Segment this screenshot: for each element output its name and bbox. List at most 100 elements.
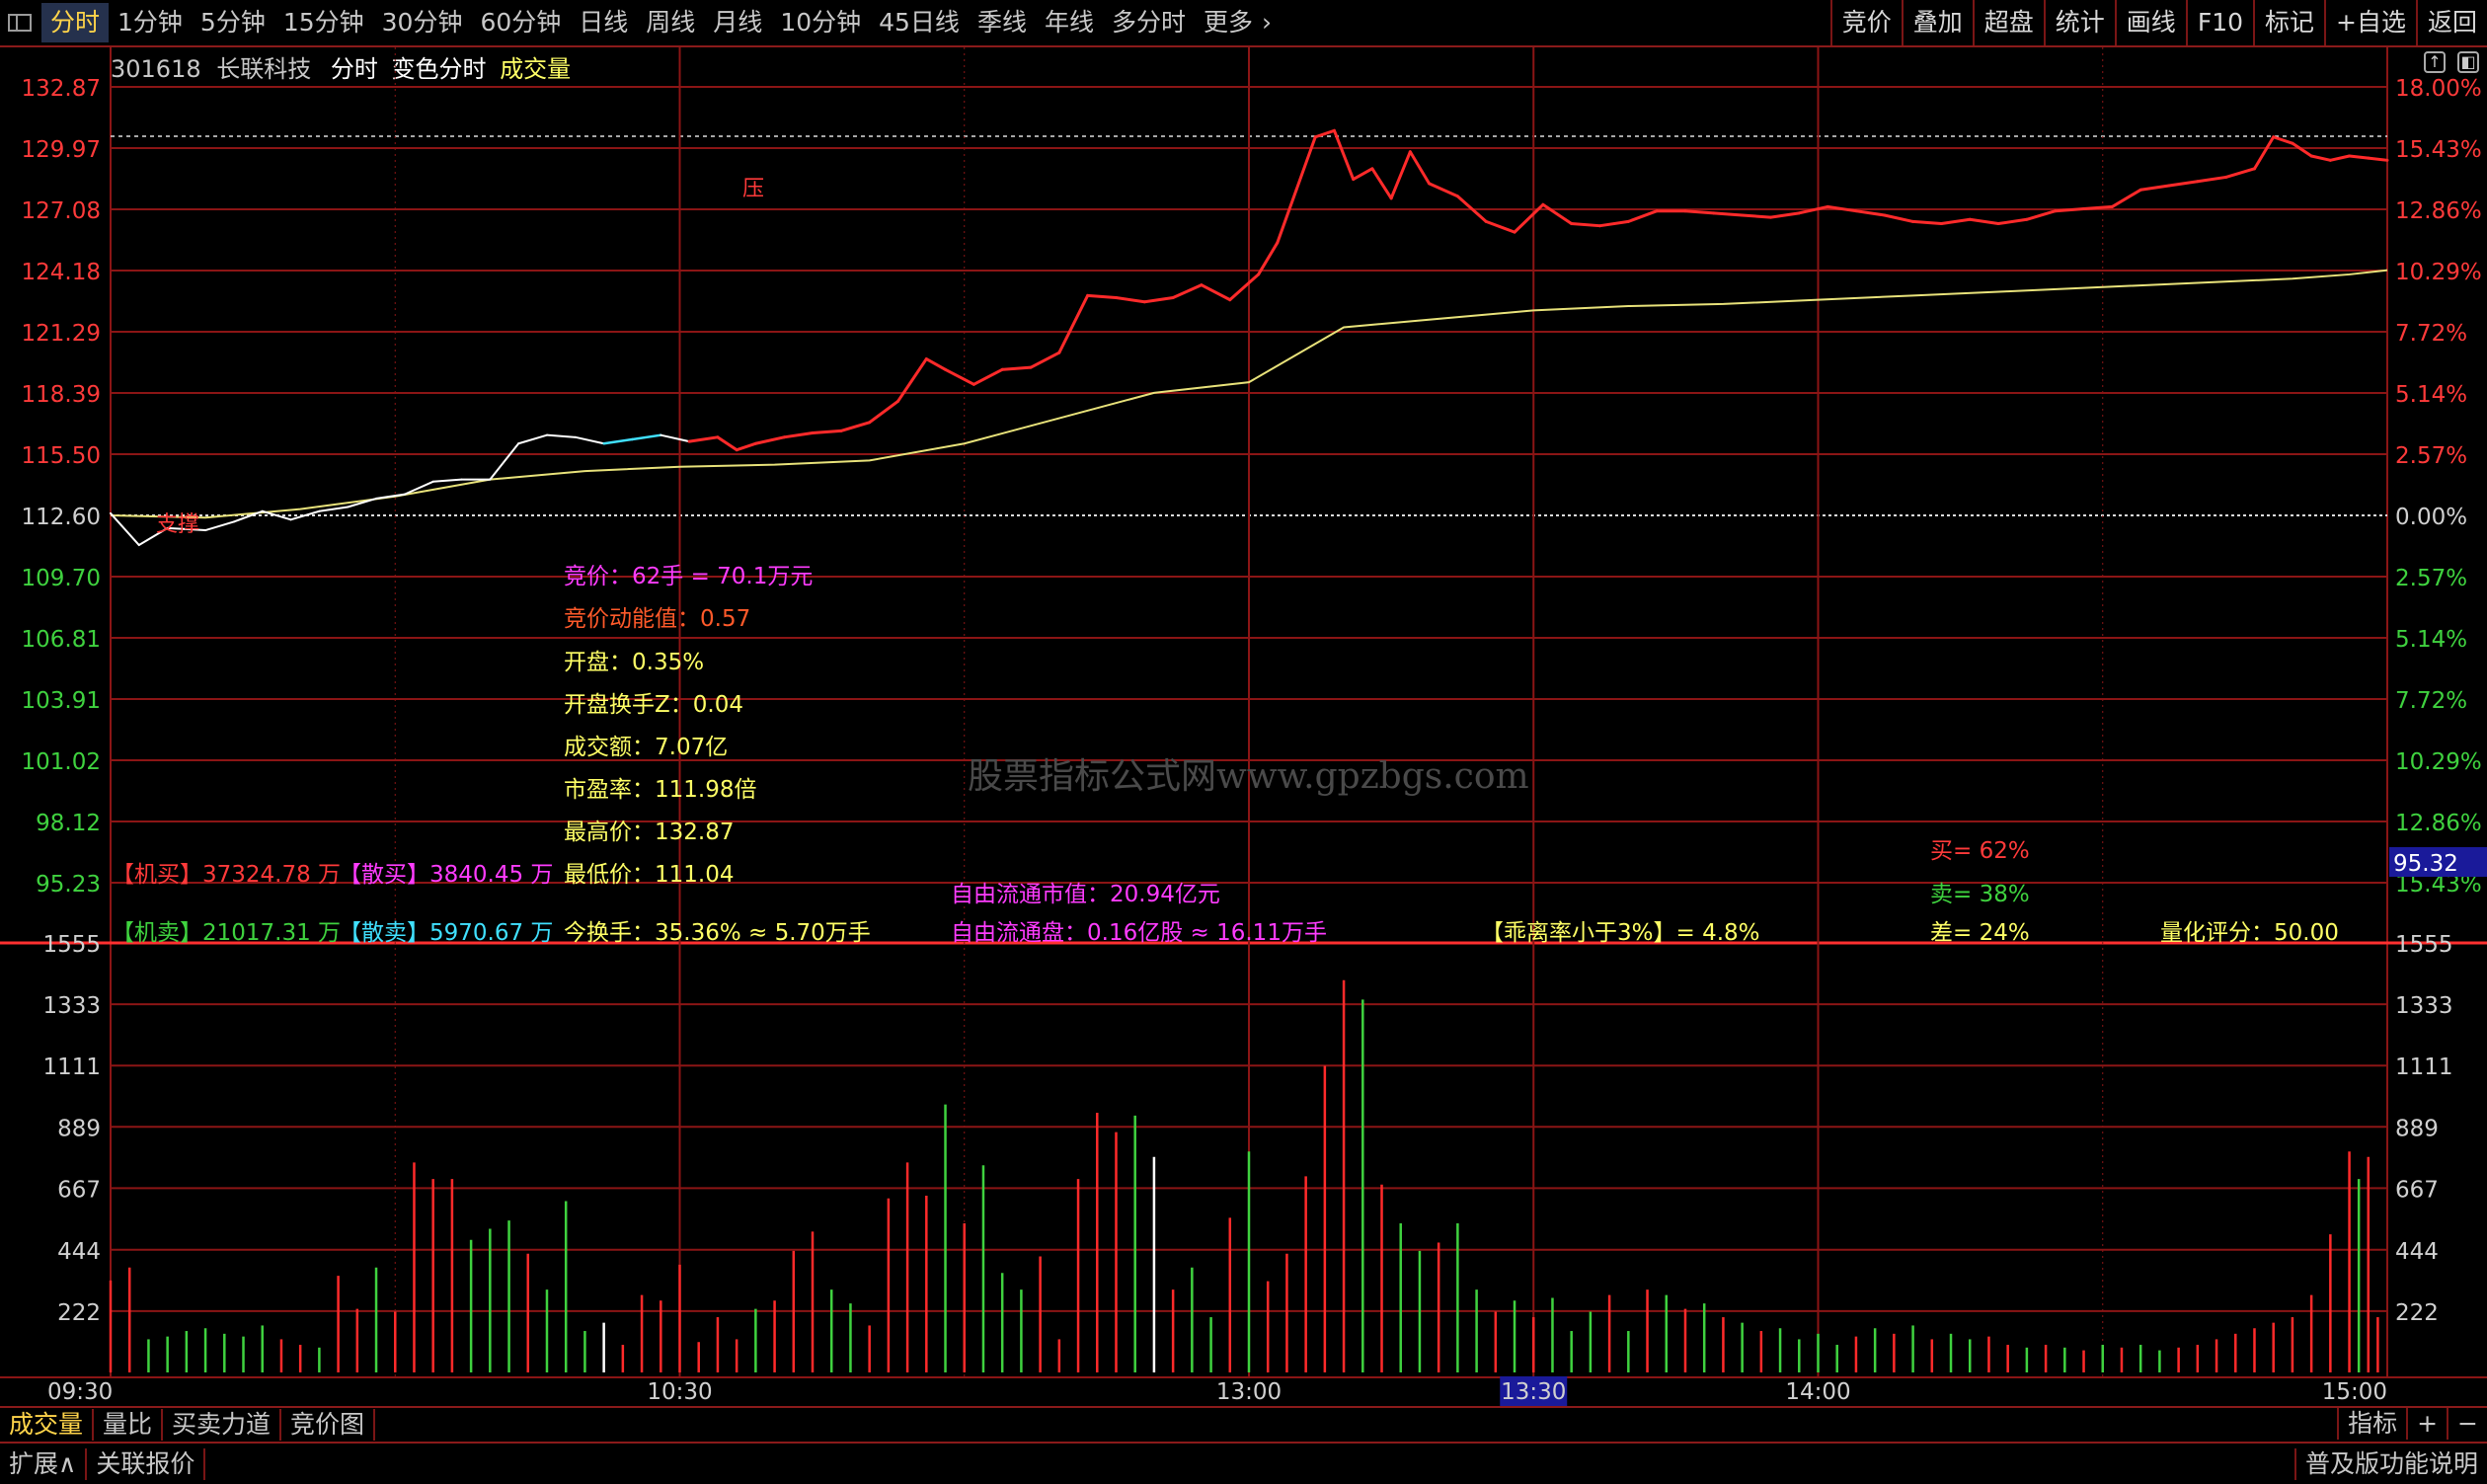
- info-float-value: 自由流通市值：20.94亿元: [951, 882, 1220, 907]
- pct-axis-label: 0.00%: [2395, 505, 2467, 530]
- price-line-segment: [1626, 209, 1659, 223]
- info-amount: 成交额：7.07亿: [564, 735, 729, 760]
- info-open-turnover: 开盘换手Z：0.04: [564, 692, 743, 718]
- volume-axis-label-right: 1333: [2395, 993, 2453, 1019]
- price-line-segment: [1741, 213, 1772, 219]
- price-line-segment: [1389, 150, 1412, 200]
- info-retail-sell: 【散卖】5970.67 万: [339, 920, 554, 946]
- indicator-control[interactable]: 指标: [2337, 1408, 2406, 1440]
- volume-axis-label-right: 667: [2395, 1177, 2439, 1203]
- price-line-segment: [1598, 219, 1630, 228]
- price-line-segment: [1313, 128, 1336, 139]
- time-axis-label: 13:30: [1501, 1379, 1566, 1405]
- indicator-tab[interactable]: 成交量: [0, 1409, 95, 1441]
- indicator-control[interactable]: +: [2406, 1408, 2447, 1440]
- price-line-segment: [1683, 209, 1716, 215]
- pct-axis-label: 12.86%: [2395, 198, 2482, 224]
- price-line-segment: [2348, 154, 2370, 160]
- price-line-segment: [1484, 219, 1516, 234]
- volume-axis-label-right: 889: [2395, 1116, 2439, 1141]
- time-axis-label: 13:00: [1216, 1379, 1282, 1405]
- price-line-segment: [811, 429, 843, 435]
- price-axis-label: 121.29: [22, 321, 101, 347]
- price-axis-label: 124.18: [22, 260, 101, 285]
- intraday-chart[interactable]: 132.87 18.00% 129.97 15.43% 127.08 12.86% 124.…: [0, 0, 2487, 1406]
- info-quant-score: 量化评分：50.00: [2160, 920, 2339, 946]
- support-label: 支撑: [156, 512, 199, 537]
- time-axis-label: 10:30: [647, 1379, 712, 1405]
- price-line-segment: [1029, 351, 1061, 369]
- info-pe: 市盈率：111.98倍: [564, 777, 757, 803]
- pct-axis-label: 5.14%: [2395, 382, 2467, 408]
- price-axis-label: 129.97: [22, 137, 101, 163]
- info-turnover: 今换手：35.36% ≈ 5.70万手: [564, 920, 871, 946]
- price-line-segment: [2309, 154, 2332, 162]
- watermark: 股票指标公式网www.gpzbgs.com: [968, 756, 1529, 797]
- info-inst-buy: 【机买】37324.78 万: [112, 862, 342, 888]
- price-axis-label: 115.50: [22, 443, 101, 469]
- info-float-shares: 自由流通盘：0.16亿股 ≈ 16.11万手: [951, 920, 1327, 946]
- price-line-segment: [944, 367, 975, 386]
- indicator-tab[interactable]: 量比: [94, 1409, 164, 1441]
- price-line-segment: [110, 511, 140, 547]
- price-line-segment: [2224, 167, 2256, 179]
- price-line-segment: [1768, 211, 1801, 219]
- pct-axis-label: 10.29%: [2395, 260, 2482, 285]
- price-line-segment: [2328, 154, 2352, 162]
- info-diff-pct: 差= 24%: [1930, 920, 2030, 946]
- price-line-segment: [782, 431, 815, 439]
- volume-axis-label: 667: [57, 1177, 101, 1203]
- indicator-tab[interactable]: 竞价图: [281, 1409, 376, 1441]
- indicator-control[interactable]: −: [2447, 1408, 2487, 1440]
- help-button[interactable]: 普及版功能说明: [2293, 1447, 2487, 1480]
- time-axis-label: 09:30: [47, 1379, 113, 1405]
- pct-axis-label: 18.00%: [2395, 76, 2482, 102]
- price-line-segment: [1114, 295, 1146, 304]
- info-open: 开盘：0.35%: [564, 650, 705, 675]
- price-axis-label: 98.12: [36, 811, 101, 836]
- price-line-segment: [895, 357, 928, 403]
- info-deviation: 【乖离率小于3%】= 4.8%: [1481, 920, 1760, 946]
- price-line-segment: [602, 437, 634, 445]
- price-line-segment: [1352, 167, 1374, 182]
- price-line-segment: [318, 506, 350, 512]
- price-axis-label: 101.02: [22, 749, 101, 775]
- volume-axis-label-right: 1111: [2395, 1054, 2453, 1080]
- volume-axis-label: 222: [57, 1300, 101, 1326]
- price-line-segment: [735, 441, 757, 452]
- indicator-tab[interactable]: 买卖力道: [163, 1409, 282, 1441]
- volume-axis-label-right: 1555: [2395, 932, 2453, 958]
- price-line-segment: [1826, 204, 1858, 213]
- price-axis-label: 118.39: [22, 382, 101, 408]
- time-axis-label: 15:00: [2322, 1379, 2387, 1405]
- price-axis-label: 112.60: [22, 505, 101, 530]
- price-line-segment: [753, 435, 786, 445]
- info-retail-buy: 【散买】3840.45 万: [339, 862, 554, 888]
- related-quotes-button[interactable]: 关联报价: [87, 1447, 206, 1480]
- price-line-segment: [839, 421, 872, 432]
- price-line-segment: [1332, 128, 1356, 182]
- price-line-segment: [1057, 293, 1090, 354]
- price-axis-label: 132.87: [22, 76, 101, 102]
- volume-axis-label: 1111: [42, 1054, 101, 1080]
- price-line-segment: [2196, 175, 2228, 184]
- price-line-segment: [971, 367, 1004, 386]
- volume-axis-label: 889: [57, 1116, 101, 1141]
- price-line-segment: [204, 520, 235, 532]
- price-line-segment: [1171, 283, 1204, 299]
- info-auction: 竞价：62手 = 70.1万元: [564, 564, 814, 589]
- info-low: 最低价：111.04: [564, 862, 735, 888]
- price-line-segment: [1370, 167, 1393, 200]
- price-line-segment: [868, 399, 899, 425]
- price-line-segment: [1854, 209, 1887, 217]
- volume-axis-label-right: 222: [2395, 1300, 2439, 1326]
- price-line-segment: [574, 435, 605, 445]
- price-line-segment: [687, 435, 720, 443]
- price-line-segment: [2110, 188, 2142, 208]
- info-inst-sell: 【机卖】21017.31 万: [112, 920, 342, 946]
- price-line-segment: [631, 433, 662, 441]
- price-line-segment: [1939, 217, 1972, 226]
- info-buy-pct: 买= 62%: [1930, 838, 2030, 864]
- expand-button[interactable]: 扩展∧: [0, 1447, 88, 1480]
- price-line-segment: [2167, 180, 2200, 188]
